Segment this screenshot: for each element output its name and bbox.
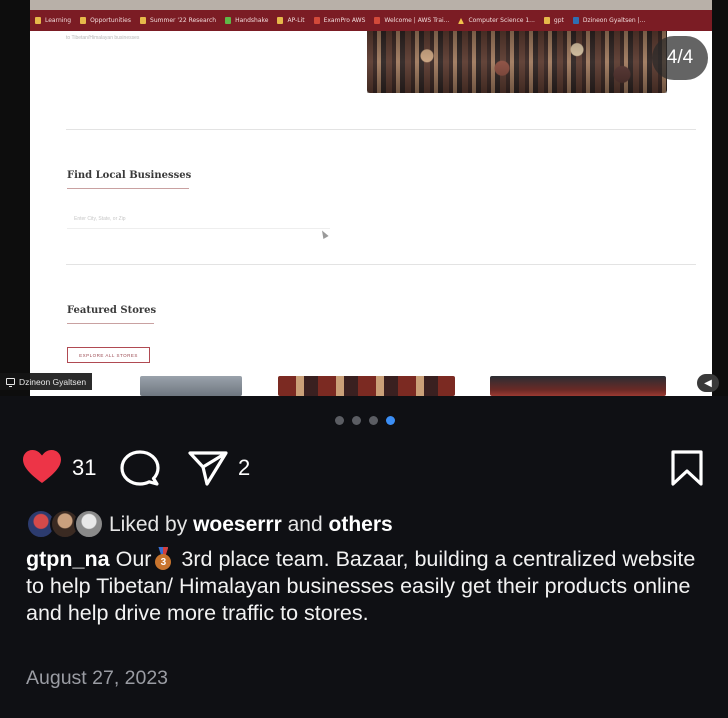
explore-all-stores-button: EXPLORE ALL STORES [67, 347, 150, 363]
folder-icon [277, 17, 284, 24]
carousel-indicator [335, 416, 395, 425]
bookmark-item: Dzineon Gyaltsen |... [572, 17, 645, 24]
title-underline [67, 323, 154, 324]
share-icon[interactable] [187, 449, 229, 487]
heart-icon[interactable] [22, 449, 62, 485]
divider [66, 129, 696, 130]
post-date: August 27, 2023 [26, 667, 169, 689]
post-media[interactable]: Learning Opportunities Summer '22 Resear… [0, 0, 728, 396]
mouse-cursor-icon [319, 229, 329, 239]
liked-by-text: Liked by woeserrr and others [109, 513, 393, 536]
bookmark-item: Computer Science 1... [458, 17, 535, 24]
liker-avatars[interactable] [26, 509, 104, 541]
aws-icon [374, 17, 381, 24]
liked-by-others-link[interactable]: others [329, 513, 393, 536]
author-username[interactable]: gtpn_na [26, 547, 110, 571]
liked-by-user-link[interactable]: woeserrr [193, 513, 282, 536]
avatar[interactable] [74, 509, 104, 539]
slide-counter: 4/4 [652, 36, 708, 80]
comment-icon[interactable] [120, 449, 160, 487]
speaker-icon[interactable]: ◀ [697, 374, 719, 392]
third-place-medal-icon: 3 [154, 547, 172, 570]
share-count[interactable]: 2 [238, 455, 250, 481]
folder-icon [543, 17, 550, 24]
folder-icon [140, 17, 147, 24]
drive-icon [458, 17, 465, 24]
linkedin-icon [572, 17, 579, 24]
presenter-name: Dzineon Gyaltsen [19, 376, 87, 387]
featured-stores-title: Featured Stores [67, 305, 157, 316]
carousel-dot [352, 416, 361, 425]
title-underline [67, 188, 189, 189]
folder-icon [80, 17, 87, 24]
action-bar: 31 2 [0, 446, 728, 490]
bookmark-item: ExamPro AWS [313, 17, 365, 24]
carousel-dot-active [386, 416, 395, 425]
bookmark-item: Summer '22 Research [140, 17, 216, 24]
store-card-image [490, 376, 666, 396]
bookmark-icon[interactable] [669, 449, 705, 487]
bookmark-item: Learning [35, 17, 71, 24]
carousel-dot [369, 416, 378, 425]
post-caption: gtpn_na Our 3 3rd place team. Bazaar, bui… [26, 547, 696, 625]
presenter-tag: Dzineon Gyaltsen [0, 373, 93, 390]
monitor-icon [6, 378, 15, 387]
bookmark-item: gpt [543, 17, 564, 24]
market-photo [367, 31, 667, 93]
exampro-icon [313, 17, 320, 24]
bookmark-item: Handshake [225, 17, 268, 24]
hero-subtitle: to Tibetan/Himalayan businesses [66, 35, 140, 41]
location-search-input: Enter City, State, or Zip [74, 216, 126, 222]
bookmark-item: Opportunities [80, 17, 131, 24]
bookmarks-bar: Learning Opportunities Summer '22 Resear… [30, 10, 712, 31]
bookmark-item: Welcome | AWS Trai... [374, 17, 449, 24]
bookmark-item: AP-Lit [277, 17, 305, 24]
liked-by-row[interactable]: Liked by woeserrr and others [26, 509, 393, 541]
handshake-icon [225, 17, 232, 24]
shared-screen: Learning Opportunities Summer '22 Resear… [30, 0, 712, 396]
folder-icon [35, 17, 41, 24]
store-card-image [140, 376, 242, 396]
divider [66, 264, 696, 265]
carousel-dot [335, 416, 344, 425]
store-card-image [278, 376, 455, 396]
find-local-title: Find Local Businesses [67, 170, 192, 181]
browser-top-strip [30, 0, 712, 10]
search-underline [67, 228, 330, 229]
like-count[interactable]: 31 [72, 455, 96, 481]
